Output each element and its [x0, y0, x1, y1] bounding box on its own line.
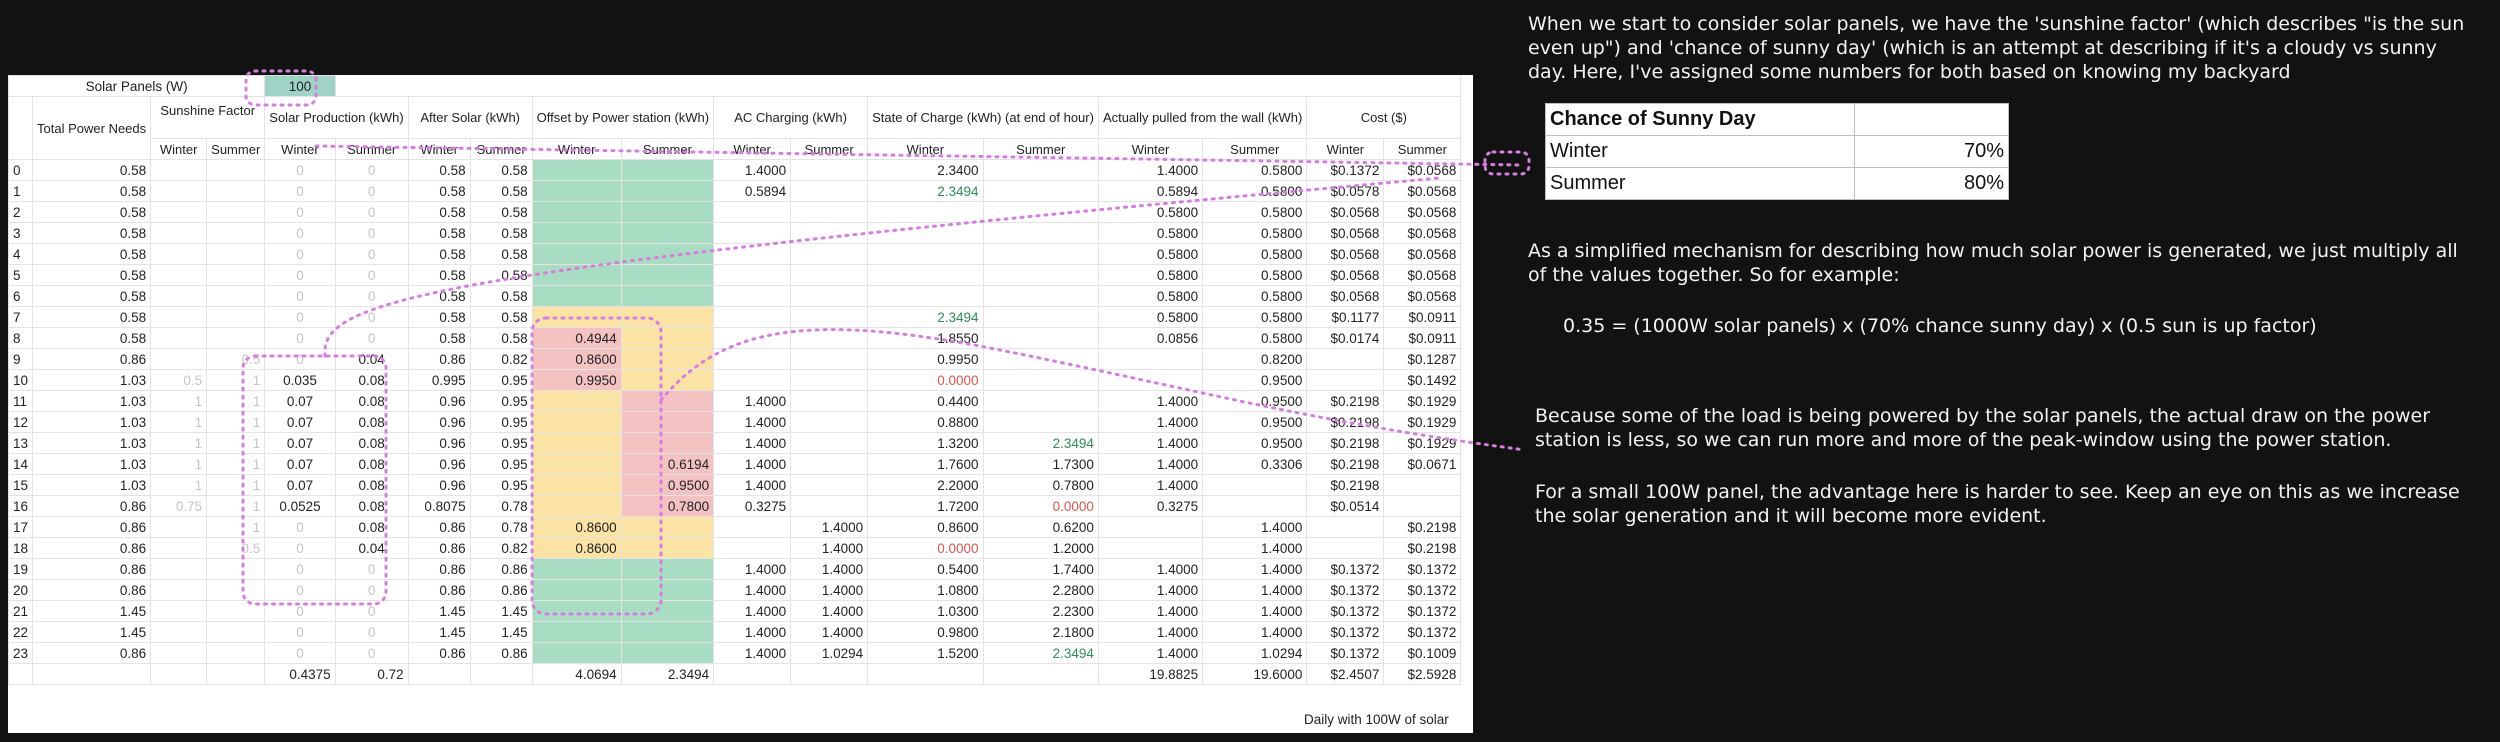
- callout-line-mechanism: [323, 176, 1442, 358]
- annotation-overlay: [241, 69, 1531, 616]
- solar-production-callout: [241, 354, 388, 606]
- callout-line-load: [659, 328, 1527, 452]
- solar-panels-callout: [244, 69, 318, 107]
- offset-callout: [530, 316, 663, 616]
- callout-line-sunny: [314, 144, 1522, 167]
- sunny-table-callout: [1483, 150, 1531, 176]
